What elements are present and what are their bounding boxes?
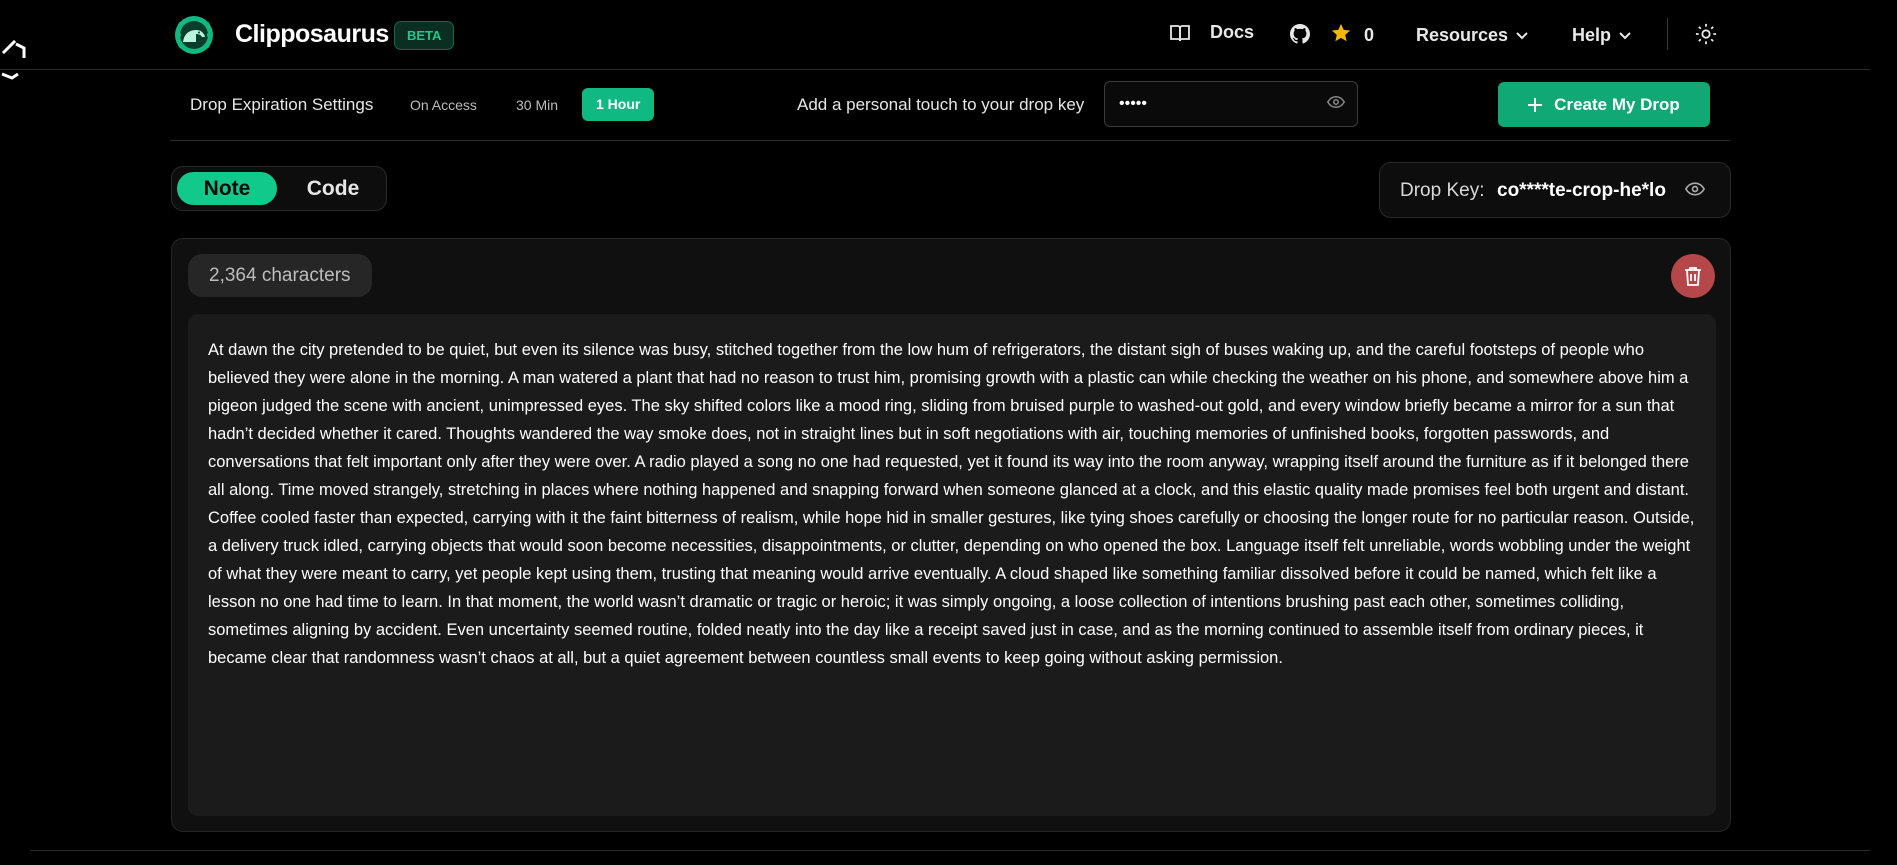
expiration-option-30-min[interactable]: 30 Min: [516, 97, 558, 113]
nav-divider: [1667, 18, 1668, 50]
chevron-down-icon: [1619, 31, 1631, 39]
tab-note[interactable]: Note: [177, 172, 277, 205]
drop-key-input[interactable]: [1104, 81, 1358, 127]
drop-key-value: co****te-crop-he*lo: [1497, 180, 1666, 201]
dino-logo-icon[interactable]: [174, 15, 214, 55]
docs-label: Docs: [1210, 22, 1255, 42]
resources-menu[interactable]: Resources: [1416, 25, 1528, 46]
beta-badge: BETA: [394, 21, 455, 50]
expiration-label: Drop Expiration Settings: [190, 95, 374, 114]
drop-key-display: Drop Key: co****te-crop-he*lo: [1379, 162, 1731, 218]
docs-link[interactable]: Docs: [1170, 22, 1254, 43]
expiration-option-on-access[interactable]: On Access: [410, 97, 477, 113]
drop-key-label: Drop Key:: [1400, 180, 1485, 201]
drop-settings-bar: Drop Expiration Settings On Access 30 Mi…: [170, 70, 1730, 141]
help-menu[interactable]: Help: [1572, 25, 1631, 46]
book-icon: [1170, 24, 1190, 41]
resources-label: Resources: [1416, 25, 1509, 45]
note-editor-card: 2,364 characters At dawn the city preten…: [171, 238, 1731, 832]
plus-icon: [1528, 97, 1543, 112]
note-textarea[interactable]: At dawn the city pretended to be quiet, …: [188, 314, 1716, 816]
github-icon[interactable]: [1290, 24, 1310, 44]
help-label: Help: [1572, 25, 1612, 45]
footer-divider: [30, 850, 1870, 851]
brand-name[interactable]: Clipposaurus: [235, 20, 389, 49]
eye-icon[interactable]: [1685, 181, 1705, 197]
content-type-tabs: Note Code: [171, 166, 387, 211]
tab-code[interactable]: Code: [288, 172, 378, 205]
personal-touch-label: Add a personal touch to your drop key: [797, 95, 1085, 114]
chevron-down-icon: [1516, 31, 1528, 39]
clear-button[interactable]: [1671, 254, 1715, 298]
top-nav: Clipposaurus BETA Docs 0 Resources Help: [0, 0, 1870, 70]
expiration-option-1-hour[interactable]: 1 Hour: [582, 88, 655, 121]
trash-icon: [1685, 267, 1701, 286]
star-count: 0: [1364, 25, 1375, 45]
eye-icon[interactable]: [1327, 95, 1345, 109]
sun-icon[interactable]: [1695, 23, 1717, 45]
character-count-badge: 2,364 characters: [188, 254, 372, 297]
create-drop-button[interactable]: Create My Drop: [1498, 82, 1710, 127]
create-drop-label: Create My Drop: [1554, 94, 1680, 114]
star-icon[interactable]: [1330, 22, 1352, 44]
